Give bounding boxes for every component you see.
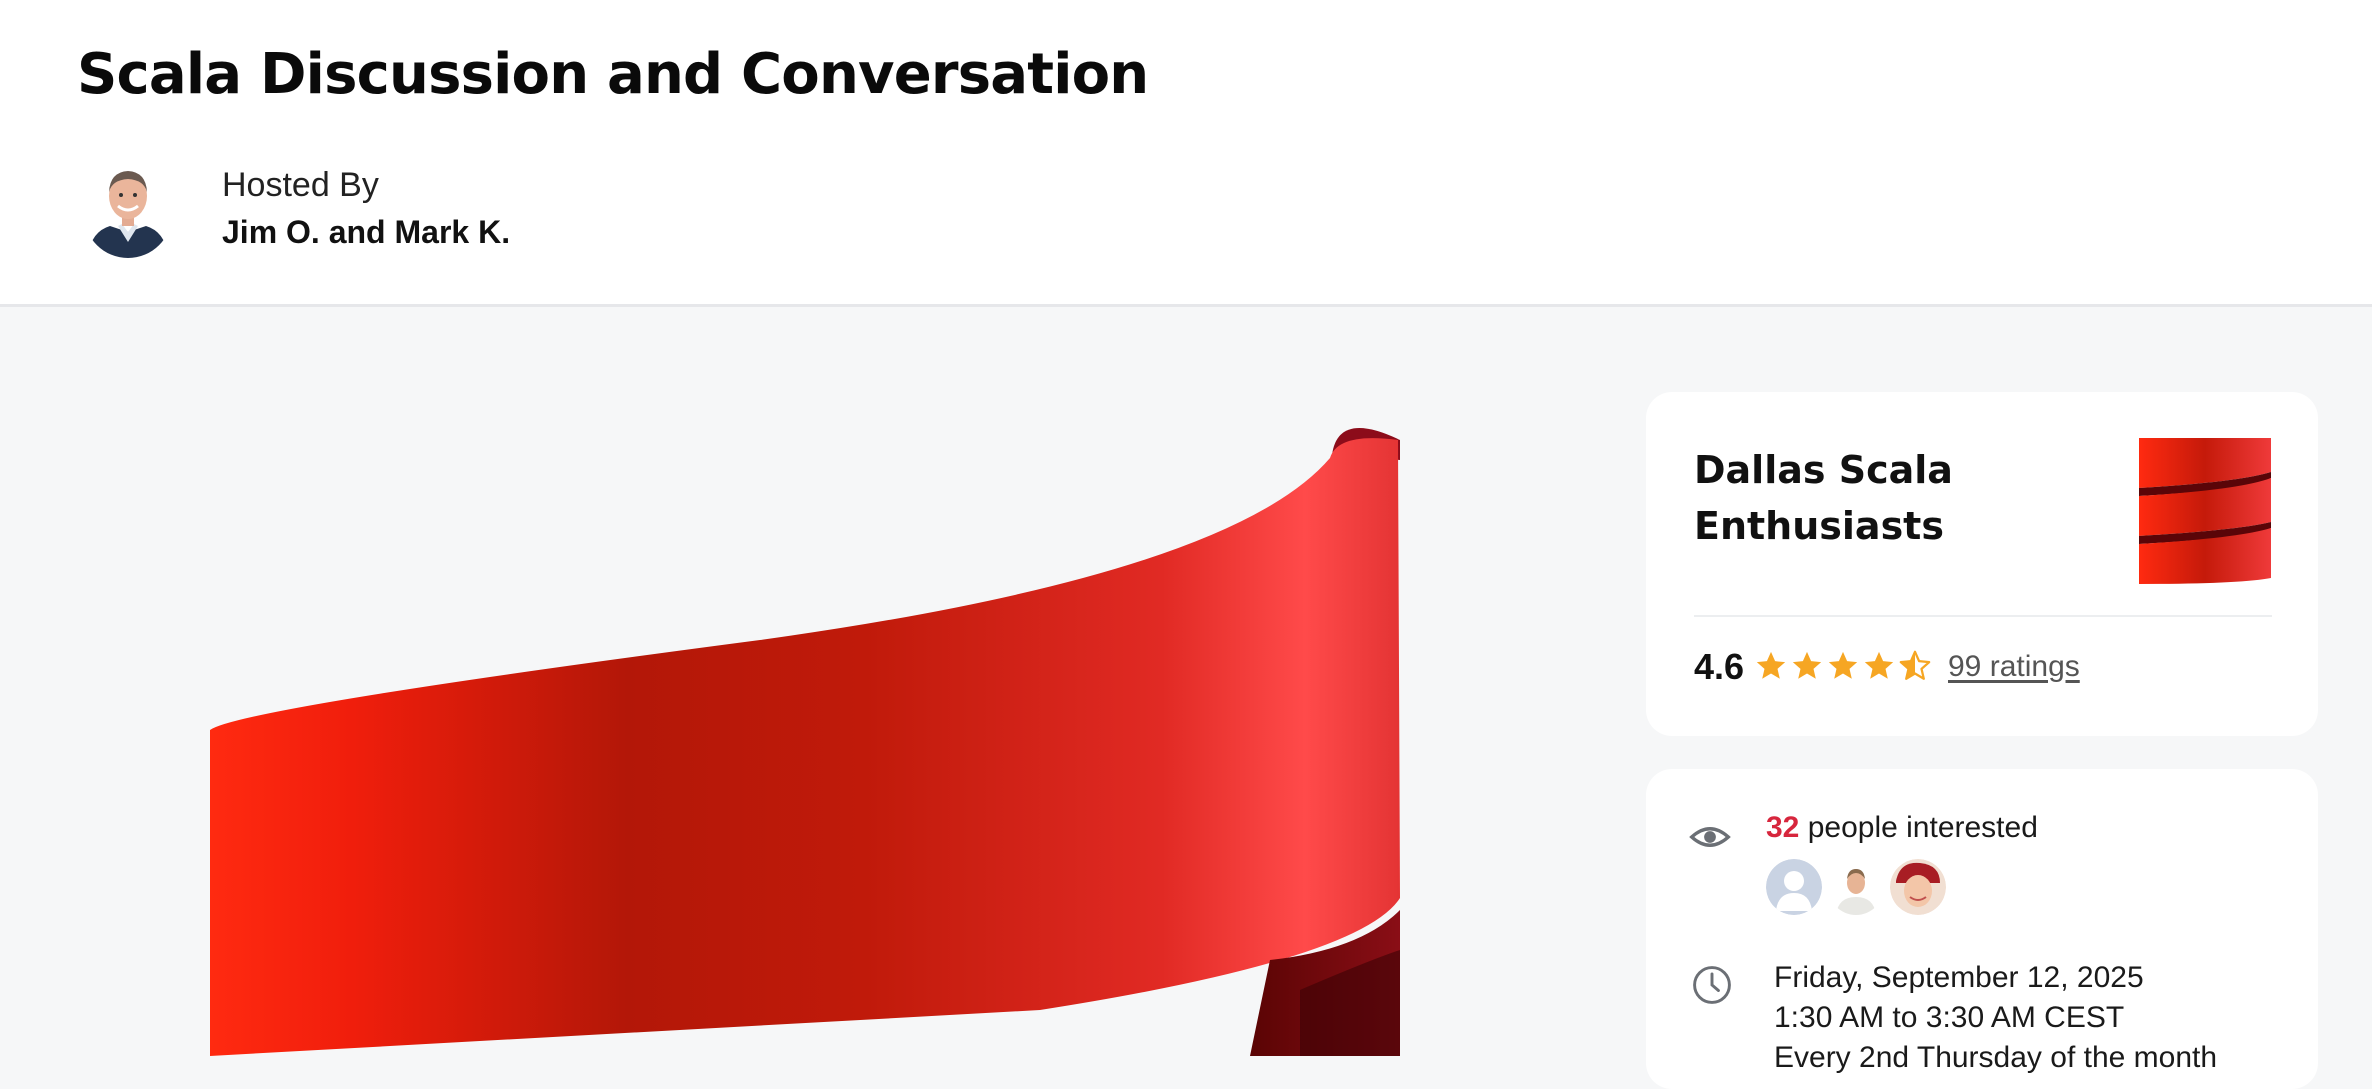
event-recurrence: Every 2nd Thursday of the month (1774, 1041, 2218, 1074)
card-divider (1694, 615, 2272, 617)
star-icon (1792, 651, 1822, 679)
group-name[interactable]: Dallas Scala Enthusiasts (1694, 442, 2054, 554)
hosted-by-label: Hosted By (222, 166, 379, 204)
star-icon (1756, 651, 1786, 679)
star-icon (1864, 651, 1894, 679)
host-avatar[interactable] (84, 162, 172, 258)
event-time: 1:30 AM to 3:30 AM CEST (1774, 1001, 2125, 1034)
star-icon (1828, 651, 1858, 679)
eye-icon (1689, 827, 1731, 847)
event-hero-image (0, 310, 1600, 1056)
interested-count: 32 (1766, 811, 1800, 844)
interested-label: people interested (1799, 811, 2038, 844)
host-names[interactable]: Jim O. and Mark K. (222, 214, 510, 251)
interested-text[interactable]: 32 people interested (1766, 811, 2038, 845)
group-card[interactable]: Dallas Scala Enthusiasts 4.6 99 ratings (1646, 392, 2318, 736)
page-title: Scala Discussion and Conversation (77, 42, 1149, 107)
rating-value: 4.6 (1694, 646, 1745, 687)
event-details-card: 32 people interested Friday, September 1… (1646, 769, 2318, 1089)
avatar[interactable] (1828, 859, 1884, 915)
half-star-icon (1899, 650, 1931, 680)
event-date: Friday, September 12, 2025 (1774, 961, 2144, 994)
event-header: Scala Discussion and Conversation Hosted… (0, 0, 2372, 307)
clock-icon (1693, 966, 1731, 1004)
ratings-link[interactable]: 99 ratings (1948, 650, 2080, 684)
rating-stars (1754, 649, 1932, 689)
avatar[interactable] (1890, 859, 1946, 915)
group-logo[interactable] (2139, 438, 2271, 584)
attendee-avatars[interactable] (1766, 859, 1946, 915)
avatar[interactable] (1766, 859, 1822, 915)
